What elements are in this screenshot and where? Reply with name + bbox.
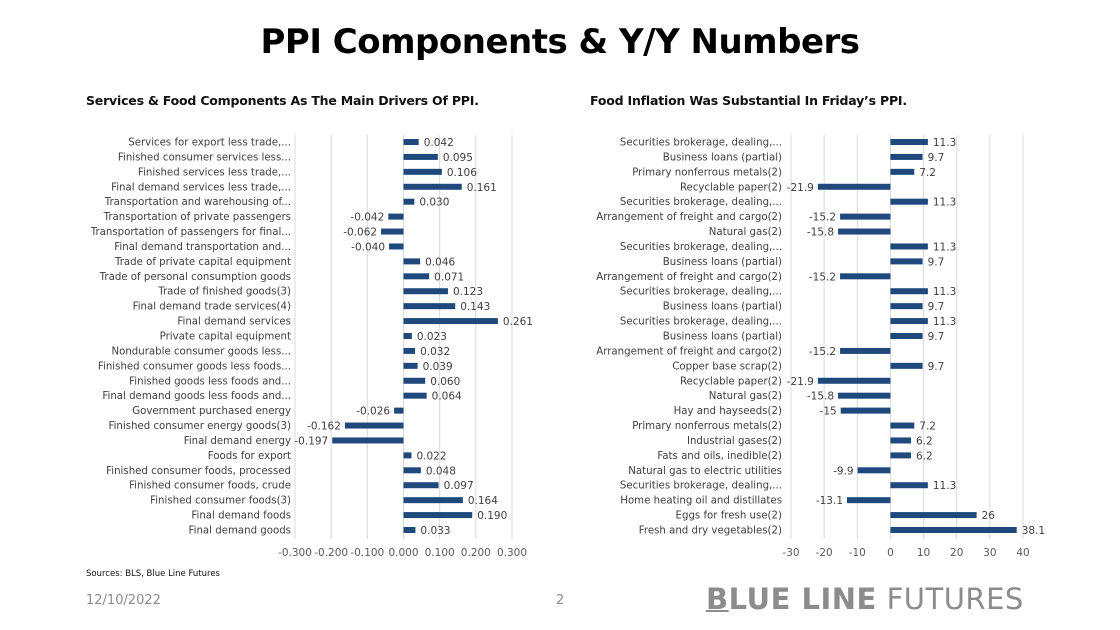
bar (890, 288, 928, 295)
data-label: 11.3 (933, 241, 956, 253)
data-label: -21.9 (787, 376, 814, 388)
data-label: 11.3 (933, 197, 956, 209)
category-label: Eggs for fresh use(2) (676, 511, 782, 522)
category-label: Primary nonferrous metals(2) (632, 421, 782, 432)
category-label: Recyclable paper(2) (680, 376, 782, 387)
category-label: Securities brokerage, dealing,... (620, 287, 782, 298)
category-label: Copper base scrap(2) (672, 361, 782, 372)
data-label: 7.2 (919, 167, 936, 179)
category-label: Securities brokerage, dealing,... (620, 481, 782, 492)
data-label: 9.7 (928, 256, 945, 268)
bar (817, 377, 891, 384)
bar (890, 527, 1017, 533)
data-label: 11.3 (933, 286, 956, 298)
brand-logo-light: FUTURES (876, 582, 1024, 616)
category-label: Fresh and dry vegetables(2) (639, 526, 782, 537)
data-label: 11.3 (933, 316, 956, 328)
data-label: 9.7 (928, 301, 945, 313)
bar (817, 183, 891, 190)
data-label: -15.2 (809, 271, 836, 283)
bar (838, 392, 891, 399)
category-label: Securities brokerage, dealing,... (620, 317, 782, 328)
category-label: Hay and hayseeds(2) (674, 406, 782, 417)
category-label: Natural gas(2) (709, 227, 782, 238)
category-label: Arrangement of freight and cargo(2) (596, 212, 782, 223)
x-tick-label: -10 (849, 547, 866, 559)
bar (890, 303, 923, 310)
bar (890, 437, 911, 444)
bar (890, 168, 915, 175)
bar (890, 258, 923, 265)
bar (847, 497, 891, 504)
bar (857, 467, 891, 474)
data-label: 26 (982, 510, 996, 522)
category-label: Securities brokerage, dealing,... (620, 242, 782, 253)
data-label: 6.2 (916, 435, 933, 447)
category-label: Business loans (partial) (663, 302, 782, 313)
bar (890, 482, 928, 489)
brand-logo-initial: B (706, 582, 729, 616)
bar (890, 318, 928, 325)
bar (840, 273, 891, 280)
bar (838, 228, 891, 235)
category-label: Natural gas to electric utilities (628, 466, 782, 477)
category-label: Arrangement of freight and cargo(2) (596, 272, 782, 283)
category-label: Primary nonferrous metals(2) (632, 167, 782, 178)
bar (890, 452, 911, 459)
data-label: 11.3 (933, 137, 956, 149)
brand-logo: BLUE LINE FUTURES (706, 582, 1024, 616)
bar (890, 153, 923, 160)
data-label: -21.9 (787, 182, 814, 194)
page-number: 2 (556, 593, 565, 608)
bar (840, 407, 891, 414)
x-tick-label: 0 (887, 547, 894, 559)
bar (840, 213, 891, 220)
data-label: 11.3 (933, 480, 956, 492)
data-label: -15.8 (807, 391, 834, 403)
bar (890, 333, 923, 339)
brand-logo-bold: LUE LINE (728, 582, 877, 616)
category-label: Home heating oil and distillates (620, 496, 782, 507)
data-label: -15.8 (807, 227, 834, 239)
x-tick-label: -30 (782, 547, 799, 559)
category-label: Business loans (partial) (663, 332, 782, 343)
data-label: -13.1 (816, 495, 843, 507)
sources-note: Sources: BLS, Blue Line Futures (86, 569, 220, 579)
data-label: 9.7 (928, 331, 945, 343)
data-label: -15.2 (809, 346, 836, 358)
category-label: Business loans (partial) (663, 257, 782, 268)
category-label: Recyclable paper(2) (680, 182, 782, 193)
data-label: -9.9 (833, 465, 854, 477)
data-label: -15.2 (809, 212, 836, 224)
bar (890, 512, 977, 519)
x-tick-label: 10 (917, 547, 930, 559)
category-label: Natural gas(2) (709, 391, 782, 402)
category-label: Fats and oils, inedible(2) (657, 451, 782, 462)
category-label: Industrial gases(2) (687, 436, 782, 447)
x-tick-label: 30 (983, 547, 996, 559)
bar (840, 347, 891, 354)
bar (890, 198, 928, 205)
x-tick-label: 40 (1016, 547, 1029, 559)
data-label: 38.1 (1022, 525, 1045, 537)
slide-date: 12/10/2022 (86, 593, 161, 608)
data-label: 9.7 (928, 361, 945, 373)
category-label: Securities brokerage, dealing,... (620, 197, 782, 208)
data-label: 9.7 (928, 152, 945, 164)
x-tick-label: -20 (816, 547, 833, 559)
category-label: Business loans (partial) (663, 152, 782, 163)
bar (890, 243, 928, 250)
x-tick-label: 20 (950, 547, 963, 559)
right-bar-chart: -30 -20 -10 0 10 20 30 40 Securities brokerage, … (596, 135, 1045, 559)
bar (890, 422, 915, 429)
category-label: Arrangement of freight and cargo(2) (596, 346, 782, 357)
bar (890, 362, 923, 369)
bar (890, 139, 928, 145)
data-label: -15 (820, 406, 837, 418)
data-label: 7.2 (919, 421, 936, 433)
data-label: 6.2 (916, 450, 933, 462)
category-label: Securities brokerage, dealing,... (620, 138, 782, 149)
